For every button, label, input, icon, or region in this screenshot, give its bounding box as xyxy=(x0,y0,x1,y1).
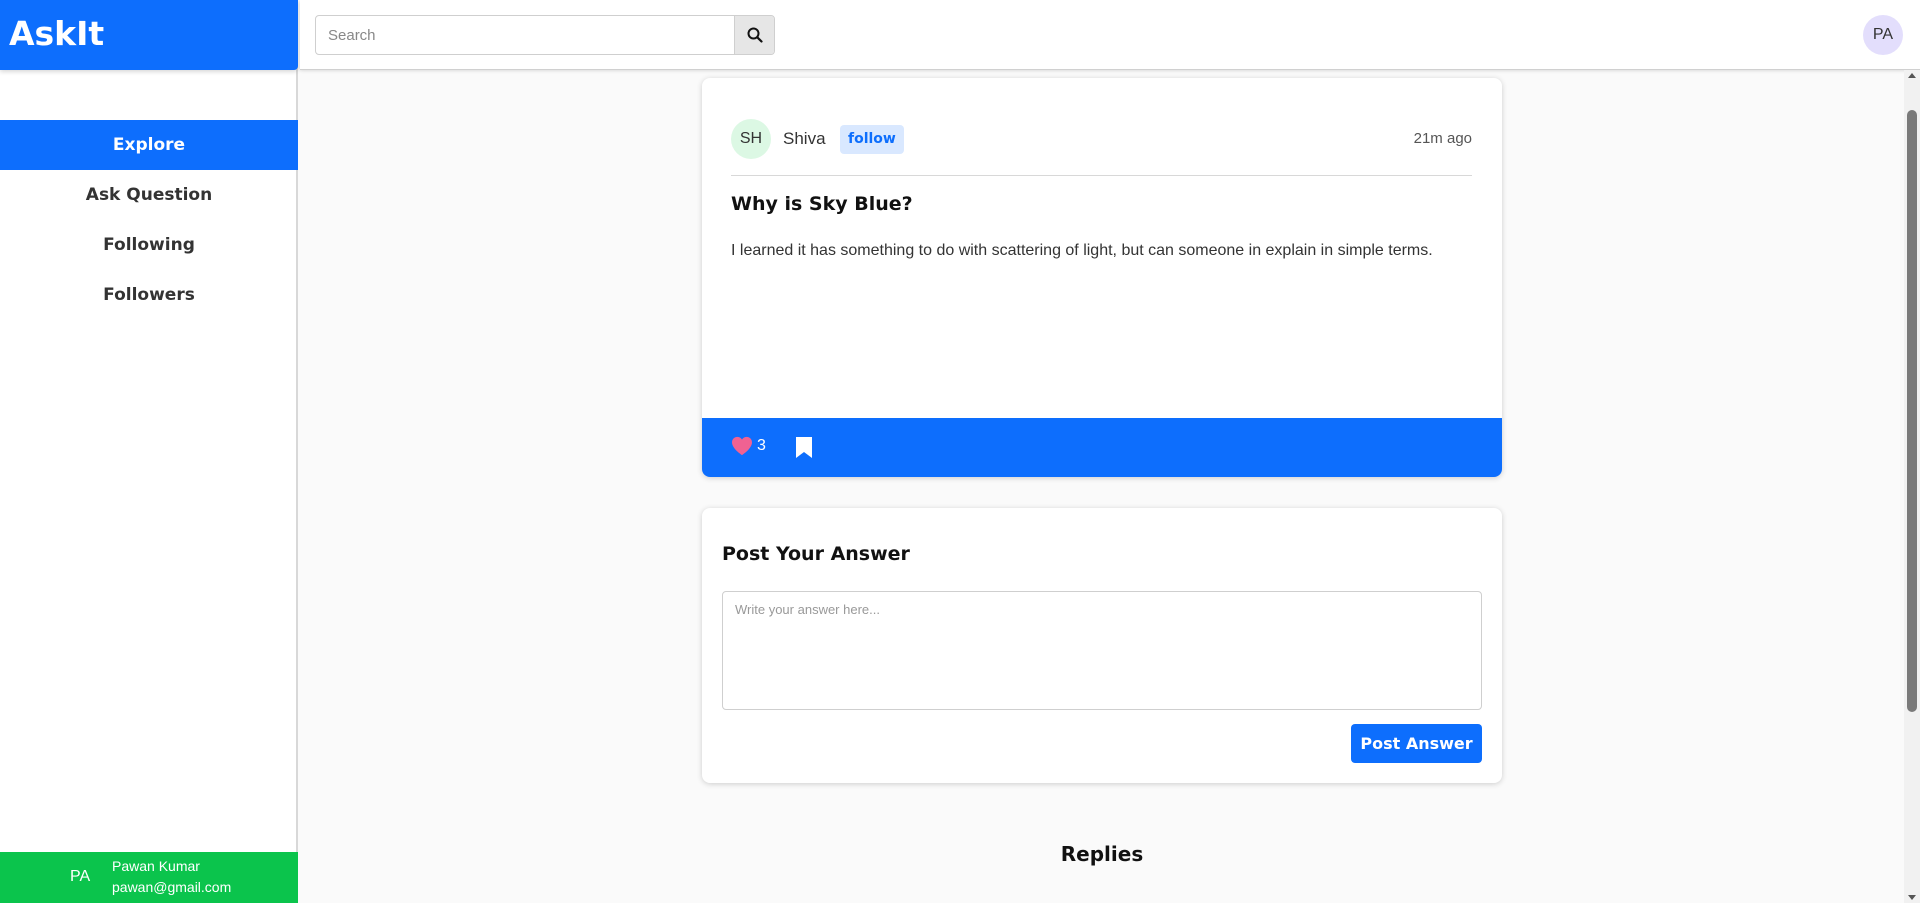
question-card: SH Shiva follow 21m ago Why is Sky Blue?… xyxy=(702,78,1502,477)
search-icon xyxy=(747,27,763,43)
scroll-down-arrow-icon[interactable] xyxy=(1908,895,1916,900)
author-avatar[interactable]: SH xyxy=(731,119,771,159)
answer-form-card: Post Your Answer Post Answer xyxy=(702,508,1502,783)
answer-form-title: Post Your Answer xyxy=(722,543,910,565)
search-button[interactable] xyxy=(734,16,774,54)
header-avatar[interactable]: PA xyxy=(1863,15,1903,55)
sidebar-nav: Explore Ask Question Following Followers xyxy=(0,120,298,320)
answer-textarea[interactable] xyxy=(722,591,1482,710)
divider xyxy=(731,175,1472,176)
user-name: Pawan Kumar xyxy=(112,858,200,874)
page-scrollbar[interactable] xyxy=(1904,70,1920,903)
bookmark-button[interactable] xyxy=(795,436,813,464)
post-answer-button[interactable]: Post Answer xyxy=(1351,724,1482,763)
question-body: I learned it has something to do with sc… xyxy=(731,242,1433,259)
replies-heading: Replies xyxy=(1060,842,1144,866)
user-avatar: PA xyxy=(70,868,91,885)
like-button[interactable]: 3 xyxy=(731,436,766,456)
brand-logo[interactable]: AskIt xyxy=(0,0,298,70)
author-name[interactable]: Shiva xyxy=(783,129,826,149)
like-count: 3 xyxy=(757,437,766,454)
search-input[interactable] xyxy=(316,16,730,54)
sidebar-item-ask-question[interactable]: Ask Question xyxy=(0,170,298,220)
sidebar: AskIt Explore Ask Question Following Fol… xyxy=(0,0,298,903)
scroll-up-arrow-icon[interactable] xyxy=(1908,73,1916,78)
top-header: PA xyxy=(300,0,1920,70)
sidebar-item-following[interactable]: Following xyxy=(0,220,298,270)
heart-icon xyxy=(732,436,752,456)
user-email: pawan@gmail.com xyxy=(112,879,232,895)
follow-button[interactable]: follow xyxy=(840,125,904,154)
brand-name: AskIt xyxy=(9,14,105,53)
question-title: Why is Sky Blue? xyxy=(731,193,913,215)
sidebar-item-explore[interactable]: Explore xyxy=(0,120,298,170)
bookmark-icon xyxy=(796,437,812,458)
sidebar-item-followers[interactable]: Followers xyxy=(0,270,298,320)
question-timestamp: 21m ago xyxy=(1413,130,1472,147)
scroll-thumb[interactable] xyxy=(1907,110,1917,712)
question-action-bar: 3 xyxy=(702,418,1502,477)
user-profile-footer[interactable]: PA Pawan Kumar pawan@gmail.com xyxy=(0,852,298,903)
search-bar xyxy=(315,15,775,55)
